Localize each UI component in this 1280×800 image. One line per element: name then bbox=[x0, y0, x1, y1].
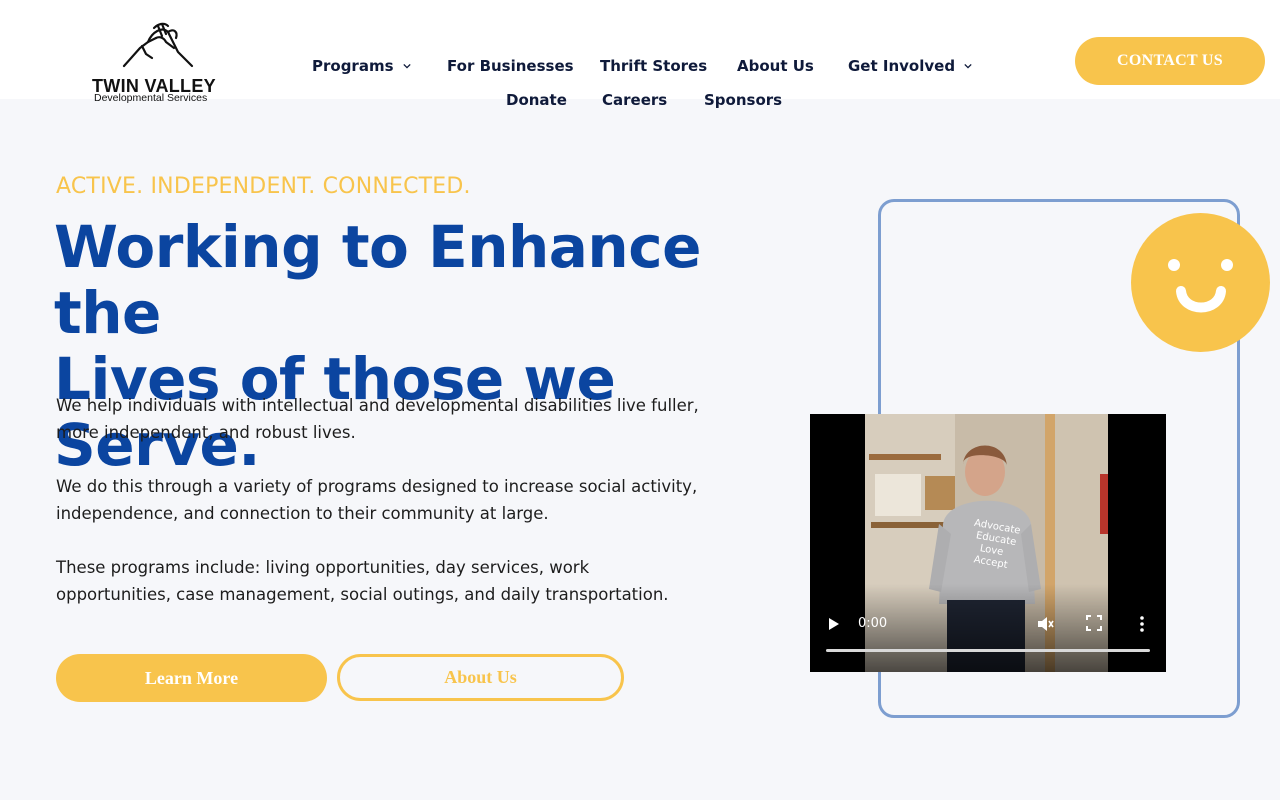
nav-item-label: Get Involved bbox=[848, 57, 956, 75]
nav-item-label: Donate bbox=[506, 91, 567, 109]
video-time: 0:00 bbox=[858, 616, 888, 631]
video-frame-image: Advocate Educate Love Accept bbox=[865, 414, 1108, 672]
nav-item-programs[interactable]: Programs bbox=[312, 57, 411, 75]
nav-item-label: Thrift Stores bbox=[600, 57, 708, 75]
hero-paragraph: We help individuals with intellectual an… bbox=[56, 396, 699, 442]
nav-item-thrift-stores[interactable]: Thrift Stores bbox=[600, 57, 707, 75]
video-progress-track[interactable] bbox=[826, 649, 1150, 652]
chevron-down-icon bbox=[402, 63, 411, 69]
smiley-decoration bbox=[1131, 213, 1270, 352]
nav-item-label: Sponsors bbox=[704, 91, 783, 109]
learn-more-button[interactable]: Learn More bbox=[56, 654, 327, 702]
brand-tagline: Developmental Services bbox=[94, 92, 208, 104]
site-logo[interactable]: TWIN VALLEY Developmental Services bbox=[88, 18, 228, 108]
nav-item-sponsors[interactable]: Sponsors bbox=[704, 91, 782, 109]
contact-us-button[interactable]: CONTACT US bbox=[1075, 37, 1265, 85]
site-header: TWIN VALLEY Developmental Services Progr… bbox=[0, 0, 1280, 109]
nav-item-careers[interactable]: Careers bbox=[602, 91, 667, 109]
about-us-button[interactable]: About Us bbox=[337, 654, 624, 701]
hero-paragraph: These programs include: living opportuni… bbox=[56, 558, 669, 604]
chevron-down-icon bbox=[964, 63, 972, 69]
nav-item-for-businesses[interactable]: For Businesses bbox=[447, 57, 574, 75]
play-icon[interactable] bbox=[827, 616, 841, 632]
fullscreen-icon[interactable] bbox=[1086, 615, 1102, 631]
handshake-icon bbox=[122, 22, 194, 68]
headline-line-1: Working to Enhance the bbox=[54, 213, 701, 347]
more-vertical-icon[interactable] bbox=[1136, 615, 1148, 633]
nav-item-label: Programs bbox=[312, 57, 394, 75]
nav-item-get-involved[interactable]: Get Involved bbox=[848, 57, 972, 75]
nav-item-label: About Us bbox=[737, 57, 814, 75]
smiley-icon bbox=[1168, 259, 1233, 313]
nav-item-label: For Businesses bbox=[447, 57, 574, 75]
nav-item-about-us[interactable]: About Us bbox=[737, 57, 814, 75]
mute-icon[interactable] bbox=[1036, 615, 1054, 633]
hero-eyebrow: ACTIVE. INDEPENDENT. CONNECTED. bbox=[56, 174, 471, 199]
nav-item-donate[interactable]: Donate bbox=[506, 91, 567, 109]
video-player[interactable]: Advocate Educate Love Accept 0:00 bbox=[810, 414, 1166, 672]
hero-paragraph: We do this through a variety of programs… bbox=[56, 477, 698, 523]
nav-item-label: Careers bbox=[602, 91, 668, 109]
